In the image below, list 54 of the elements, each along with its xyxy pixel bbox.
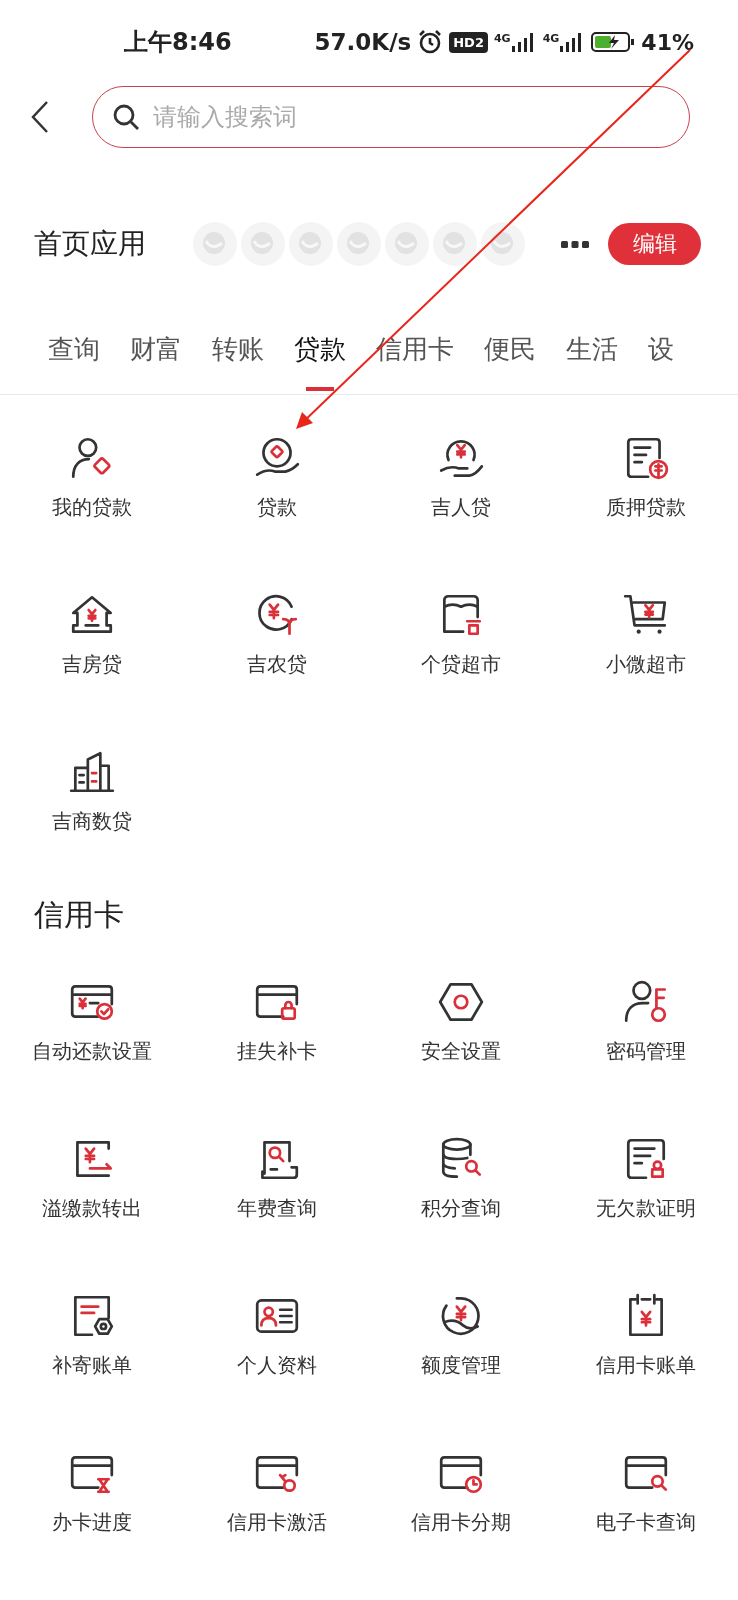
menu-item[interactable]: 自动还款设置 — [0, 935, 185, 1092]
placeholder-app-icon — [240, 221, 286, 267]
menu-item[interactable]: 积分查询 — [369, 1092, 554, 1249]
section-title: 信用卡 — [33, 896, 125, 934]
category-tab[interactable]: 便民 — [484, 334, 536, 394]
back-icon[interactable] — [30, 100, 50, 134]
menu-item[interactable]: 信用卡分期 — [369, 1406, 554, 1563]
menu-item[interactable]: 小微超市 — [553, 552, 738, 709]
menu-item[interactable]: 额度管理 — [369, 1249, 554, 1406]
menu-item[interactable]: 信用卡账单 — [553, 1249, 738, 1406]
menu-item[interactable]: 年费查询 — [184, 1092, 369, 1249]
category-tab[interactable]: 贷款 — [294, 334, 346, 394]
more-icon[interactable] — [560, 239, 590, 249]
menu-item[interactable]: 吉人贷 — [369, 395, 554, 552]
menu-item[interactable]: 密码管理 — [553, 935, 738, 1092]
category-tab[interactable]: 查询 — [48, 334, 100, 394]
menu-item[interactable]: 溢缴款转出 — [0, 1092, 185, 1249]
menu-item[interactable]: 我的贷款 — [0, 395, 185, 552]
menu-item[interactable]: 吉商数贷 — [0, 709, 185, 866]
category-tab[interactable]: 生活 — [566, 334, 618, 394]
placeholder-app-icon — [192, 221, 238, 267]
placeholder-app-icon — [480, 221, 526, 267]
battery-icon — [591, 31, 636, 53]
section-title: 首页应用 — [34, 226, 147, 262]
placeholder-app-icon — [432, 221, 478, 267]
menu-item[interactable]: 信用卡激活 — [184, 1406, 369, 1563]
edit-button[interactable]: 编辑 — [608, 223, 701, 265]
menu-item[interactable]: 电子卡查询 — [553, 1406, 738, 1563]
category-tab[interactable]: 信用卡 — [376, 334, 454, 394]
menu-item[interactable]: 挂失补卡 — [184, 935, 369, 1092]
menu-item[interactable]: 安全设置 — [369, 935, 554, 1092]
menu-item[interactable]: 吉农贷 — [184, 552, 369, 709]
hd-badge: HD2 — [449, 31, 488, 53]
menu-item[interactable]: 质押贷款 — [553, 395, 738, 552]
search-field[interactable]: 请输入搜索词 — [92, 86, 690, 148]
menu-item[interactable]: 个人资料 — [184, 1249, 369, 1406]
menu-item[interactable]: 吉房贷 — [0, 552, 185, 709]
menu-item[interactable]: 贷款 — [184, 395, 369, 552]
status-time: 上午8:46 — [124, 27, 232, 58]
placeholder-app-icon — [288, 221, 334, 267]
placeholder-app-icon — [384, 221, 430, 267]
menu-item[interactable]: 办卡进度 — [0, 1406, 185, 1563]
network-speed: 57.0K/s — [314, 29, 412, 55]
network-type: 4G — [493, 32, 511, 45]
search-icon — [112, 103, 140, 131]
menu-item[interactable]: 无欠款证明 — [553, 1092, 738, 1249]
category-tab[interactable]: 转账 — [212, 334, 264, 394]
battery-percent: 41% — [641, 29, 694, 55]
category-tab[interactable]: 设 — [648, 334, 674, 394]
menu-item[interactable]: 补寄账单 — [0, 1249, 185, 1406]
menu-item[interactable]: 个贷超市 — [369, 552, 554, 709]
network-type: 4G — [542, 32, 560, 45]
category-tab[interactable]: 财富 — [130, 334, 182, 394]
placeholder-app-icon — [336, 221, 382, 267]
